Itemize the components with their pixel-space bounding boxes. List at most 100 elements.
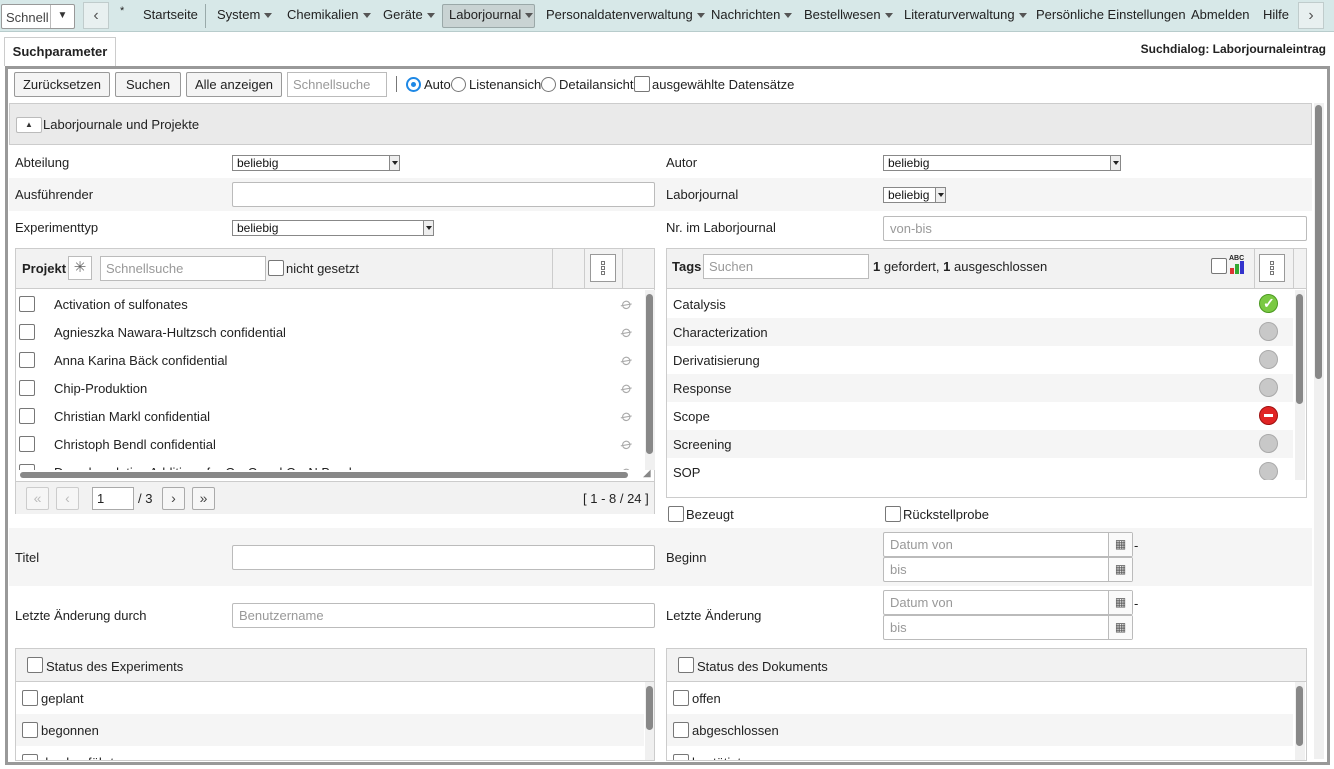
- abc-sort-icon[interactable]: ABC: [1229, 255, 1247, 277]
- status-experiment-all-checkbox[interactable]: [27, 657, 43, 673]
- list-item[interactable]: begonnen: [16, 714, 644, 746]
- calendar-icon[interactable]: ▦: [1108, 533, 1132, 556]
- view-detail-radio[interactable]: [541, 77, 556, 92]
- experimenttyp-select[interactable]: beliebig: [232, 220, 434, 236]
- quick-mode-select[interactable]: Schnell ▼: [1, 4, 75, 29]
- nav-item-chemikalien[interactable]: Chemikalien: [287, 7, 371, 22]
- main-scrollbar-thumb[interactable]: [1315, 105, 1322, 379]
- tag-state-excluded-icon[interactable]: [1259, 406, 1278, 425]
- tag-state-neutral-icon[interactable]: [1259, 378, 1278, 397]
- titel-input[interactable]: [232, 545, 655, 570]
- projekt-item-checkbox[interactable]: [19, 464, 35, 470]
- list-item[interactable]: Agnieszka Nawara-Hultzsch confidential ⌀: [16, 318, 644, 346]
- prev-page-icon[interactable]: ‹: [56, 487, 79, 510]
- nav-item-startseite[interactable]: Startseite: [143, 7, 198, 22]
- list-item[interactable]: offen: [667, 682, 1293, 714]
- username-input[interactable]: Benutzername: [232, 603, 655, 628]
- tag-state-neutral-icon[interactable]: [1259, 350, 1278, 369]
- autor-select[interactable]: beliebig: [883, 155, 1121, 171]
- beginn-to-input[interactable]: bis ▦: [883, 557, 1133, 582]
- nav-item-bestellwesen[interactable]: Bestellwesen: [804, 7, 893, 22]
- column-chooser-icon[interactable]: [590, 254, 616, 282]
- nav-scroll-right-icon[interactable]: ›: [1298, 2, 1324, 29]
- projekt-item-checkbox[interactable]: [19, 296, 35, 312]
- nav-item-nachrichten[interactable]: Nachrichten: [711, 7, 793, 22]
- nav-item-personaldatenverwaltung[interactable]: Personaldatenverwaltung: [546, 7, 705, 22]
- scrollbar-thumb[interactable]: [1296, 686, 1303, 746]
- tag-state-neutral-icon[interactable]: [1259, 462, 1278, 480]
- calendar-icon[interactable]: ▦: [1108, 616, 1132, 639]
- quick-search-input[interactable]: Schnellsuche: [287, 72, 387, 97]
- tags-scrollbar-thumb[interactable]: [1296, 294, 1303, 404]
- status-item-checkbox[interactable]: [673, 722, 689, 738]
- calendar-icon[interactable]: ▦: [1108, 558, 1132, 581]
- aenderung-to-input[interactable]: bis ▦: [883, 615, 1133, 640]
- not-set-checkbox[interactable]: [268, 260, 284, 276]
- tags-search-input[interactable]: Suchen: [703, 254, 869, 279]
- projekt-scrollbar-thumb[interactable]: [646, 294, 653, 454]
- loading-spinner-icon[interactable]: ✳: [68, 256, 92, 280]
- status-item-checkbox[interactable]: [22, 754, 38, 760]
- bezeugt-checkbox[interactable]: [668, 506, 684, 522]
- list-item[interactable]: Christian Markl confidential ⌀: [16, 402, 644, 430]
- tab-suchparameter[interactable]: Suchparameter: [4, 37, 116, 66]
- projekt-search-input[interactable]: Schnellsuche: [100, 256, 266, 281]
- view-auto-radio[interactable]: [406, 77, 421, 92]
- tag-state-neutral-icon[interactable]: [1259, 322, 1278, 341]
- next-page-icon[interactable]: ›: [162, 487, 185, 510]
- paperclip-icon[interactable]: ⌀: [617, 377, 636, 399]
- reset-button[interactable]: Zurücksetzen: [14, 72, 110, 97]
- beginn-from-input[interactable]: Datum von ▦: [883, 532, 1133, 557]
- main-scrollbar[interactable]: [1314, 103, 1324, 759]
- show-all-button[interactable]: Alle anzeigen: [186, 72, 282, 97]
- column-chooser-icon[interactable]: [1259, 254, 1285, 282]
- search-button[interactable]: Suchen: [115, 72, 181, 97]
- resize-handle-icon[interactable]: ◢: [643, 468, 651, 479]
- nav-item-geraete[interactable]: Geräte: [383, 7, 435, 22]
- paperclip-icon[interactable]: ⌀: [617, 405, 636, 427]
- collapse-up-icon[interactable]: ▲: [16, 117, 42, 133]
- tag-state-required-icon[interactable]: [1259, 294, 1278, 313]
- status-item-checkbox[interactable]: [673, 754, 689, 760]
- paperclip-icon[interactable]: ⌀: [617, 293, 636, 315]
- projekt-item-checkbox[interactable]: [19, 408, 35, 424]
- list-item[interactable]: abgeschlossen: [667, 714, 1293, 746]
- first-page-icon[interactable]: «: [26, 487, 49, 510]
- scrollbar-thumb[interactable]: [646, 686, 653, 730]
- status-dokument-all-checkbox[interactable]: [678, 657, 694, 673]
- paperclip-icon[interactable]: ⌀: [617, 321, 636, 343]
- nav-item-abmelden[interactable]: Abmelden: [1191, 7, 1250, 22]
- nav-item-hilfe[interactable]: Hilfe: [1263, 7, 1289, 22]
- last-page-icon[interactable]: »: [192, 487, 215, 510]
- rueckstellprobe-checkbox[interactable]: [885, 506, 901, 522]
- laborjournal-select[interactable]: beliebig: [883, 187, 946, 203]
- nav-item-persoenliche-einstellungen[interactable]: Persönliche Einstellungen: [1036, 7, 1186, 22]
- paperclip-icon[interactable]: ⌀: [617, 461, 636, 470]
- tags-select-checkbox[interactable]: [1211, 258, 1227, 274]
- projekt-item-checkbox[interactable]: [19, 324, 35, 340]
- tags-scrollbar[interactable]: [1295, 290, 1305, 480]
- list-item[interactable]: geplant: [16, 682, 644, 714]
- status-dokument-scrollbar[interactable]: [1295, 682, 1305, 760]
- list-item[interactable]: Anna Karina Bäck confidential ⌀: [16, 346, 644, 374]
- list-item[interactable]: Christoph Bendl confidential ⌀: [16, 430, 644, 458]
- paperclip-icon[interactable]: ⌀: [617, 433, 636, 455]
- projekt-hscrollbar[interactable]: [20, 472, 628, 478]
- aenderung-from-input[interactable]: Datum von ▦: [883, 590, 1133, 615]
- list-item[interactable]: bestätigt: [667, 746, 1293, 760]
- nav-item-system[interactable]: System: [217, 7, 273, 22]
- status-item-checkbox[interactable]: [22, 690, 38, 706]
- projekt-item-checkbox[interactable]: [19, 352, 35, 368]
- nr-input[interactable]: von-bis: [883, 216, 1307, 241]
- nav-item-star[interactable]: *: [120, 5, 124, 17]
- selected-records-checkbox[interactable]: [634, 76, 650, 92]
- page-number-input[interactable]: 1: [92, 487, 134, 510]
- view-list-radio[interactable]: [451, 77, 466, 92]
- list-item[interactable]: Decarboxylative Additions for C—C and C—…: [16, 458, 644, 470]
- nav-scroll-left-icon[interactable]: ‹: [83, 2, 109, 29]
- projekt-scrollbar[interactable]: [645, 290, 655, 470]
- calendar-icon[interactable]: ▦: [1108, 591, 1132, 614]
- ausfuehrender-input[interactable]: [232, 182, 655, 207]
- nav-item-laborjournal[interactable]: Laborjournal: [449, 7, 534, 22]
- tag-state-neutral-icon[interactable]: [1259, 434, 1278, 453]
